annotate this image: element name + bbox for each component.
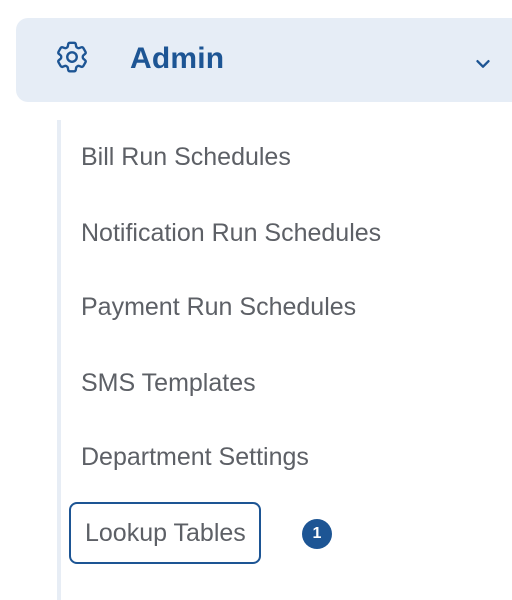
- sidebar-nav: Admin Bill Run Schedules Notification Ru…: [0, 0, 512, 600]
- submenu-item-notification-run-schedules[interactable]: Notification Run Schedules: [81, 218, 381, 248]
- admin-submenu: Bill Run Schedules Notification Run Sche…: [57, 120, 512, 600]
- submenu-item-bill-run-schedules[interactable]: Bill Run Schedules: [81, 142, 291, 172]
- notification-badge: 1: [302, 519, 332, 549]
- admin-section-header[interactable]: Admin: [16, 18, 512, 102]
- submenu-item-department-settings[interactable]: Department Settings: [81, 442, 309, 472]
- section-title: Admin: [130, 42, 225, 75]
- chevron-down-icon[interactable]: [472, 52, 494, 74]
- submenu-item-lookup-tables[interactable]: Lookup Tables: [69, 502, 261, 564]
- gear-icon: [53, 38, 91, 76]
- submenu-item-payment-run-schedules[interactable]: Payment Run Schedules: [81, 292, 356, 322]
- submenu-item-sms-templates[interactable]: SMS Templates: [81, 368, 256, 398]
